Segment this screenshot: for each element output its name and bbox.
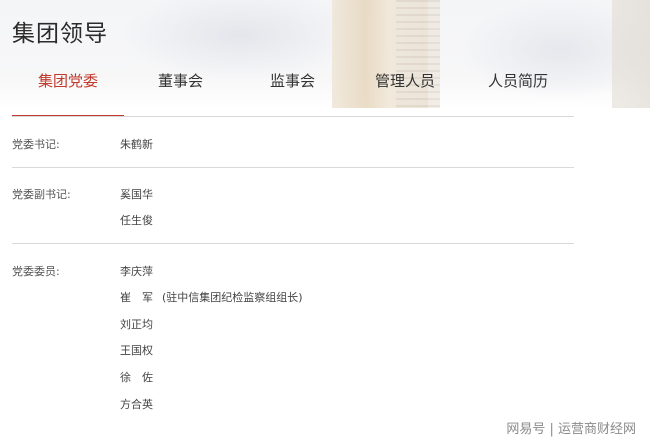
- member-name: 王国权: [120, 344, 153, 357]
- divider: [12, 243, 574, 244]
- tab-management[interactable]: 管理人员: [375, 70, 435, 91]
- tab-resumes[interactable]: 人员简历: [488, 70, 548, 91]
- member-name: 朱鹤新: [120, 138, 153, 151]
- page-title: 集团领导: [12, 21, 108, 47]
- tab-party-committee[interactable]: 集团党委: [38, 70, 98, 91]
- member-name: 奚国华: [120, 188, 153, 201]
- member-name: 方合英: [120, 398, 153, 411]
- section-label-secretary: 党委书记:: [12, 138, 60, 151]
- source-watermark: 网易号 | 运营商财经网: [506, 422, 636, 437]
- member-note: (驻中信集团纪检监察组组长): [162, 291, 303, 304]
- section-label-deputy-secretary: 党委副书记:: [12, 188, 71, 201]
- member-name: 任生俊: [120, 214, 153, 227]
- member-name: 崔 军: [120, 291, 153, 304]
- member-name: 徐 佐: [120, 371, 153, 384]
- member-name: 李庆萍: [120, 265, 153, 278]
- tab-board-of-directors[interactable]: 董事会: [158, 70, 203, 91]
- tab-bar: 集团党委 董事会 监事会 管理人员 人员简历: [0, 62, 650, 102]
- divider: [12, 116, 574, 117]
- member-name: 刘正均: [120, 318, 153, 331]
- divider: [12, 167, 574, 168]
- tab-board-of-supervisors[interactable]: 监事会: [270, 70, 315, 91]
- section-label-committee-members: 党委委员:: [12, 265, 60, 278]
